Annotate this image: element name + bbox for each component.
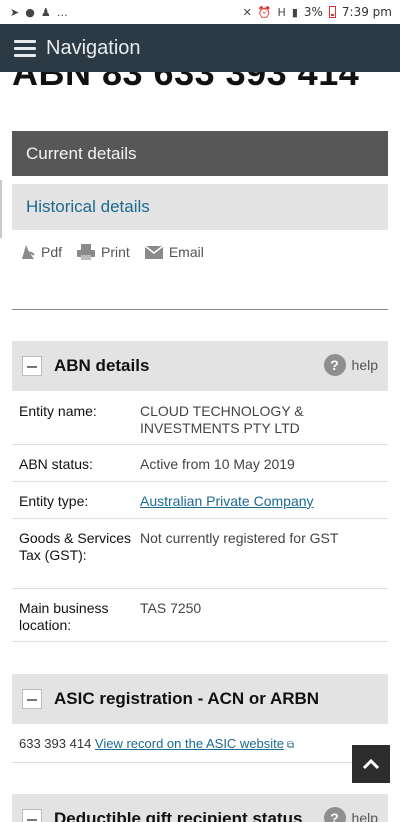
table-row: Main business location: TAS 7250: [12, 589, 388, 642]
row-value: CLOUD TECHNOLOGY & INVESTMENTS PTY LTD: [140, 403, 304, 436]
abn-details-table: Entity name: CLOUD TECHNOLOGY & INVESTME…: [12, 392, 388, 642]
pdf-label: Pdf: [41, 244, 63, 260]
section-divider: [12, 309, 388, 310]
help-link[interactable]: ? help: [323, 807, 378, 822]
print-button[interactable]: Print: [76, 243, 130, 261]
row-label: Main business location:: [19, 600, 109, 633]
abn-details-header[interactable]: ABN details ? help: [12, 341, 388, 391]
scroll-to-top-button[interactable]: [352, 745, 390, 783]
collapse-icon[interactable]: [22, 356, 42, 376]
dgr-status-title: Deductible gift recipient status: [54, 809, 303, 822]
row-label: Goods & Services Tax (GST):: [19, 530, 132, 563]
asic-record-link[interactable]: View record on the ASIC website: [95, 736, 284, 751]
battery-icon: [328, 6, 336, 18]
collapse-icon[interactable]: [22, 809, 42, 822]
pdf-icon: [22, 245, 35, 259]
navigation-bar[interactable]: Navigation: [0, 24, 400, 72]
asic-registration-title: ASIC registration - ACN or ARBN: [54, 689, 320, 708]
battery-percent: 3%: [303, 5, 323, 19]
status-bar: ➤ ● ♟ … ✕ ⏰ H ▮ 3% 7:39 pm: [0, 0, 400, 24]
acn-number: 633 393 414: [19, 736, 92, 751]
table-row: Entity type: Australian Private Company: [12, 482, 388, 519]
nav-title[interactable]: Navigation: [46, 37, 141, 60]
row-value: TAS 7250: [140, 600, 202, 616]
person-icon: ♟: [40, 5, 51, 19]
tab-historical-details[interactable]: Historical details: [12, 184, 388, 230]
hamburger-menu-icon[interactable]: [14, 39, 36, 57]
entity-type-link[interactable]: Australian Private Company: [140, 493, 314, 509]
telegram-icon: ➤: [10, 5, 20, 19]
clock: 7:39 pm: [341, 5, 392, 19]
dgr-status-header[interactable]: Deductible gift recipient status ? help: [12, 794, 388, 822]
table-row: Entity name: CLOUD TECHNOLOGY & INVESTME…: [12, 392, 388, 445]
row-value: Australian Private Company: [140, 493, 388, 510]
row-label: ABN status:: [19, 456, 93, 472]
messenger-icon: ●: [25, 5, 35, 19]
left-edge-handle: [0, 180, 2, 238]
row-value: Active from 10 May 2019: [140, 456, 295, 472]
row-label: Entity type:: [19, 493, 89, 509]
email-label: Email: [168, 244, 204, 260]
collapse-icon[interactable]: [22, 689, 42, 709]
email-icon: [144, 244, 164, 259]
more-icon: …: [56, 5, 68, 19]
signal-type: H: [277, 5, 286, 19]
print-label: Print: [101, 244, 130, 260]
print-icon: [77, 244, 96, 260]
pdf-button[interactable]: Pdf: [20, 243, 62, 261]
table-row: ABN status: Active from 10 May 2019: [12, 445, 388, 482]
chevron-up-icon: [362, 758, 380, 770]
tab-current-details[interactable]: Current details: [12, 131, 388, 176]
help-label: help: [351, 357, 378, 373]
row-label: Entity name:: [19, 403, 97, 419]
export-actions: Pdf Print Email: [20, 243, 204, 261]
help-icon: ?: [323, 807, 346, 822]
row-value: Not currently registered for GST: [140, 530, 339, 546]
external-link-icon: ⧉: [287, 740, 295, 751]
table-row: Goods & Services Tax (GST): Not currentl…: [12, 519, 388, 589]
abn-details-title: ABN details: [54, 356, 150, 375]
email-button[interactable]: Email: [144, 243, 204, 261]
help-icon: ?: [323, 354, 346, 376]
asic-record-line: 633 393 414 View record on the ASIC webs…: [19, 736, 294, 751]
asic-registration-header[interactable]: ASIC registration - ACN or ARBN: [12, 674, 388, 724]
alarm-icon: ⏰: [257, 5, 272, 19]
mute-icon: ✕: [242, 5, 252, 19]
asic-divider: [12, 762, 388, 763]
signal-bars-icon: ▮: [291, 5, 298, 19]
help-link[interactable]: ? help: [323, 354, 378, 376]
help-label: help: [351, 810, 378, 822]
